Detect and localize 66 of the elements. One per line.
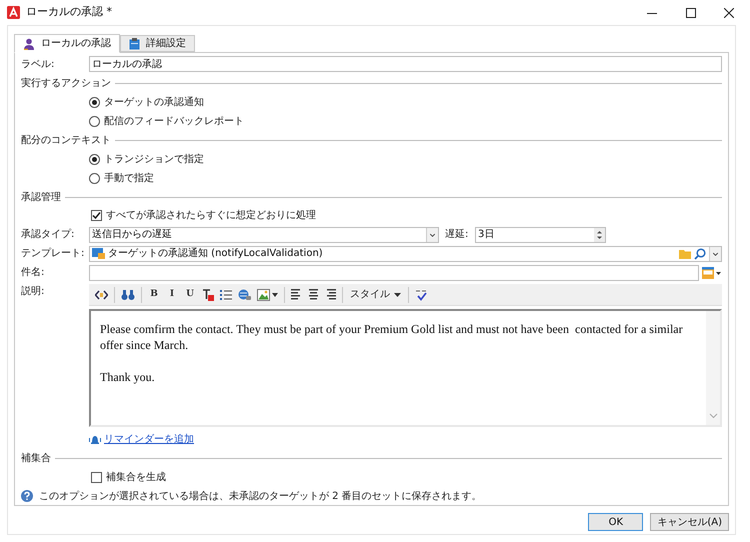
globe-link-icon[interactable] bbox=[238, 288, 251, 301]
format-button[interactable]: B bbox=[145, 286, 163, 304]
image-icon[interactable] bbox=[257, 288, 270, 301]
align-icon[interactable] bbox=[325, 289, 336, 300]
source-code-icon[interactable] bbox=[95, 288, 108, 301]
caret-icon[interactable] bbox=[272, 292, 278, 297]
description-editor[interactable]: Please comfirm the contact. They must be part of your Premium Gold list and must not have been contacted for a similar offer since March. Thank you. bbox=[89, 309, 722, 428]
window-title: ローカルの承認 * bbox=[26, 4, 112, 20]
template-field[interactable]: ターゲットの承認通知 (notifyLocalValidation) bbox=[89, 246, 722, 262]
tab[interactable]: 詳細設定 bbox=[120, 35, 195, 52]
format-button[interactable]: U bbox=[181, 286, 199, 304]
radio-label: 手動で指定 bbox=[104, 172, 154, 186]
chevron-down-icon[interactable] bbox=[426, 228, 438, 242]
editor-paragraph: Please comfirm the contact. They must be part of your Premium Gold list and must not have been contacted for a similar offer since March. bbox=[100, 321, 684, 354]
bullet-list-icon[interactable] bbox=[220, 288, 232, 301]
chevron-down-icon[interactable] bbox=[709, 246, 721, 261]
radio-label: トランジションで指定 bbox=[104, 152, 204, 167]
radio-label: 配信のフィードバックレポート bbox=[104, 114, 244, 129]
spellcheck-icon[interactable] bbox=[415, 288, 427, 301]
info-text: このオプションが選択されている場合は、未承認のターゲットが 2 番目のセットに保存されます。 bbox=[39, 490, 482, 504]
format-button[interactable]: I bbox=[163, 286, 181, 304]
checkbox[interactable] bbox=[91, 472, 102, 484]
radio-button[interactable] bbox=[89, 172, 100, 184]
editor-paragraph: Thank you. bbox=[100, 369, 156, 386]
section-title: 実行するアクション bbox=[21, 76, 111, 91]
delay-spinner[interactable]: 3日 bbox=[475, 226, 606, 243]
align-icon[interactable] bbox=[291, 289, 302, 300]
section-title: 補集合 bbox=[21, 452, 51, 466]
spin-arrows-icon[interactable] bbox=[594, 228, 605, 242]
section-title: 承認管理 bbox=[21, 190, 61, 205]
app-logo-icon bbox=[7, 6, 20, 19]
radio-button[interactable] bbox=[89, 154, 100, 165]
radio-button[interactable] bbox=[89, 96, 100, 108]
style-dropdown[interactable]: スタイル bbox=[346, 286, 405, 304]
person-icon bbox=[23, 38, 35, 50]
help-icon bbox=[21, 490, 33, 502]
checkbox-label: 補集合を生成 bbox=[106, 470, 166, 486]
bell-icon bbox=[89, 434, 101, 445]
close-icon[interactable] bbox=[724, 8, 734, 18]
template-icon bbox=[92, 248, 105, 260]
maximize-icon[interactable] bbox=[686, 8, 696, 18]
add-reminder-link[interactable]: リマインダーを追加 bbox=[104, 432, 194, 447]
subject-field[interactable] bbox=[89, 264, 699, 281]
search-icon[interactable] bbox=[694, 248, 706, 260]
binoculars-icon[interactable] bbox=[121, 288, 135, 301]
field-label: ラベル: bbox=[21, 58, 56, 72]
radio-button[interactable] bbox=[89, 116, 100, 127]
caret-icon bbox=[394, 292, 401, 297]
field-label: 件名: bbox=[21, 266, 46, 280]
clear-format-icon[interactable] bbox=[202, 288, 214, 301]
align-icon[interactable] bbox=[308, 289, 319, 300]
dialog-button[interactable]: キャンセル(A) bbox=[650, 513, 729, 531]
tab[interactable]: ローカルの承認 bbox=[14, 34, 120, 53]
dialog-button[interactable]: OK bbox=[588, 513, 644, 531]
field-label: テンプレート: bbox=[21, 246, 86, 262]
checkbox-label: すべてが承認されたらすぐに想定どおりに処理 bbox=[106, 208, 316, 224]
field-label: 説明: bbox=[21, 284, 46, 300]
calendar-icon[interactable] bbox=[702, 266, 722, 279]
label-field[interactable]: ローカルの承認 bbox=[89, 56, 722, 72]
approval-type-select[interactable]: 送信日からの遅延 bbox=[89, 226, 439, 243]
section-title: 配分のコンテキスト bbox=[21, 134, 111, 148]
field-label: 承認タイプ: bbox=[21, 228, 76, 242]
checkbox[interactable] bbox=[91, 210, 102, 222]
radio-label: ターゲットの承認通知 bbox=[104, 96, 204, 110]
field-label: 遅延: bbox=[445, 228, 470, 242]
clipboard-icon bbox=[129, 38, 140, 50]
